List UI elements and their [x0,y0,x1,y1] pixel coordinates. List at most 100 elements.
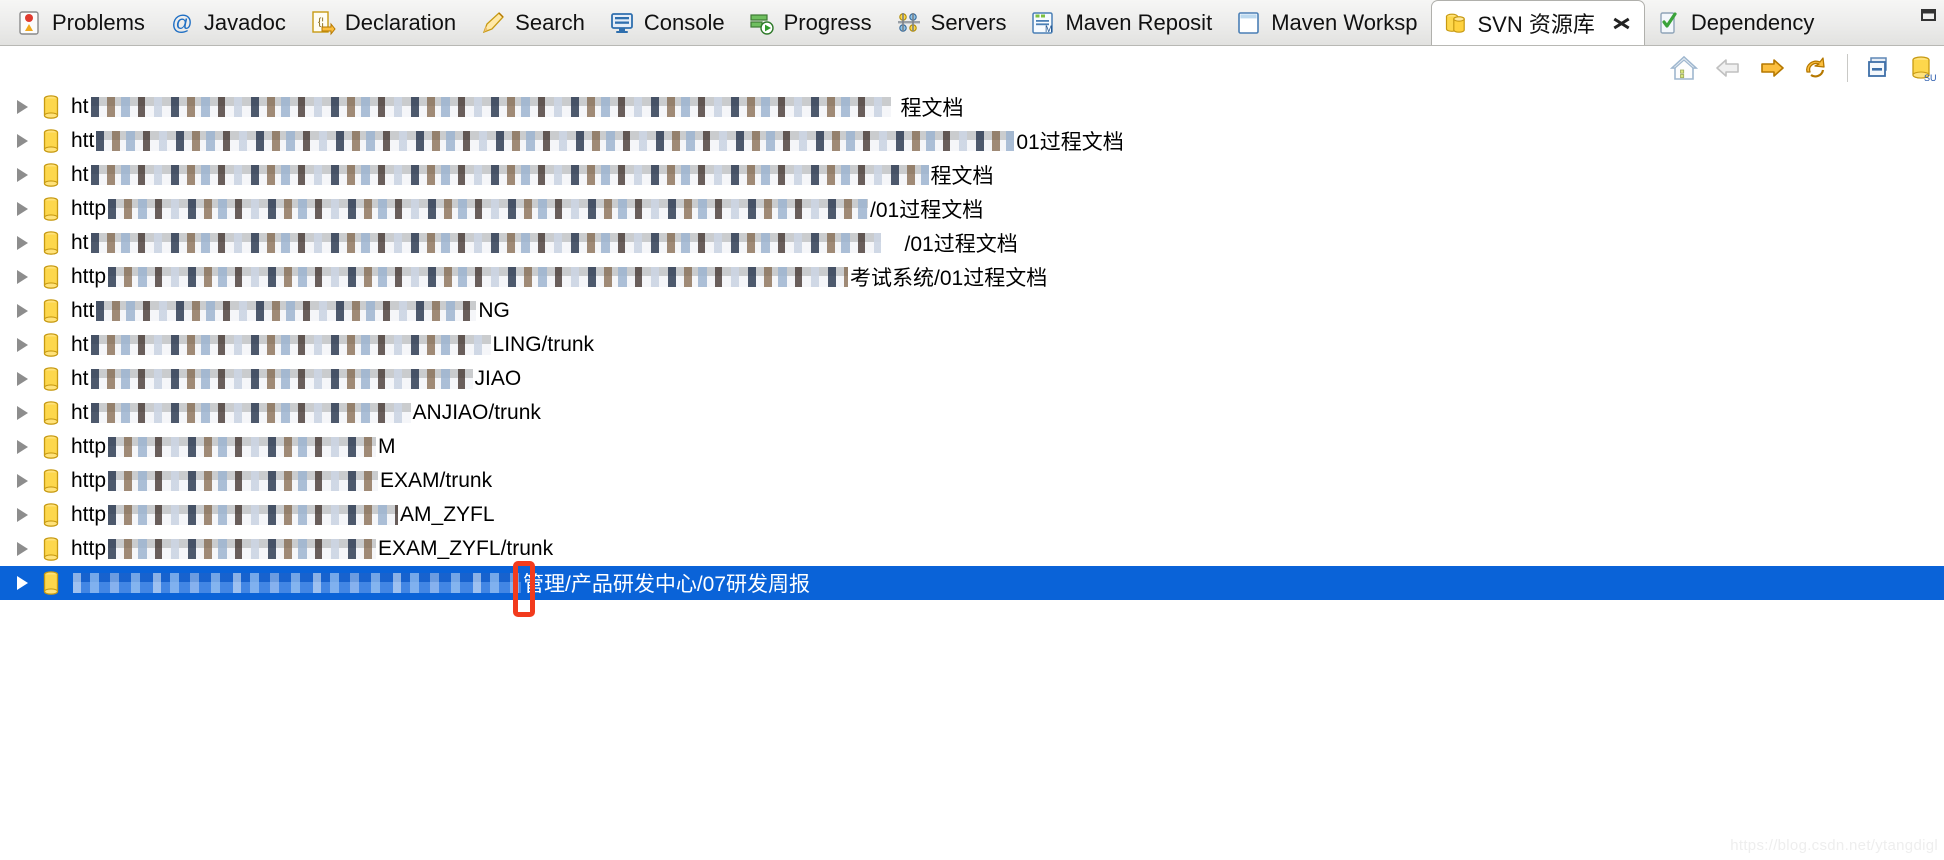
view-tab-bar: Problems @ Javadoc {¦ Declaration Search Conso… [0,0,1944,46]
redacted-url-mosaic [108,267,849,287]
tree-row-text: ht/01过程文档 [71,226,1018,260]
url-prefix: http [71,503,107,526]
repository-icon [40,434,62,460]
search-pencil-icon [480,10,506,36]
tree-row-text: ht LING/trunk [71,328,594,362]
tab-maven-reposit[interactable]: M Maven Reposit [1019,1,1225,45]
tab-console[interactable]: Console [598,1,738,45]
expand-arrow-icon[interactable] [12,368,34,390]
collapse-all-icon[interactable] [1860,49,1898,87]
url-suffix: 管理/产品研发中心/07研发周报 [523,573,811,596]
forward-arrow-icon[interactable] [1753,49,1791,87]
refresh-icon[interactable] [1797,49,1835,87]
url-suffix: 01过程文档 [1016,131,1124,154]
expand-arrow-icon[interactable] [12,232,34,254]
tree-row[interactable]: http M [0,430,1944,464]
tab-dependency[interactable]: Dependency [1645,1,1828,45]
tree-row[interactable]: htt NG [0,294,1944,328]
url-suffix: JIAO [474,367,522,390]
tree-row[interactable]: ht LING/trunk [0,328,1944,362]
expand-arrow-icon[interactable] [12,470,34,492]
tab-progress[interactable]: Progress [738,1,885,45]
repository-icon [40,502,62,528]
tree-row[interactable]: ht/01过程文档 [0,226,1944,260]
tree-row[interactable]: http EXAM_ZYFL/trunk [0,532,1944,566]
new-repository-location-icon[interactable]: SU [1904,49,1942,87]
repository-tree[interactable]: ht 程文档 htt 01过程文档 ht 程文档 http/01过程文档 ht/01过… [0,90,1944,860]
tab-declaration[interactable]: {¦ Declaration [299,1,469,45]
tab-label: Declaration [344,10,457,35]
tree-row[interactable]: ht ANJIAO/trunk [0,396,1944,430]
tab-javadoc[interactable]: @ Javadoc [158,1,299,45]
tab-svn-资源库[interactable]: SVN 资源库 [1430,0,1645,45]
tab-label: Progress [783,10,872,35]
tab-problems[interactable]: Problems [6,1,158,45]
tree-row[interactable]: ht JIAO [0,362,1944,396]
repository-icon [40,468,62,494]
back-arrow-icon[interactable] [1709,49,1747,87]
tab-label: Dependency [1690,10,1815,35]
expand-arrow-icon[interactable] [12,266,34,288]
declaration-icon: {¦ [310,10,336,36]
redacted-url-mosaic [90,233,881,253]
expand-arrow-icon[interactable] [12,504,34,526]
repository-icon [40,94,62,120]
tree-row[interactable]: htt 01过程文档 [0,124,1944,158]
url-prefix: ht [71,95,89,118]
url-prefix: ht [71,231,89,254]
expand-arrow-icon[interactable] [12,300,34,322]
tree-row[interactable]: ht 程文档 [0,90,1944,124]
url-prefix: htt [71,299,95,322]
url-suffix: LING/trunk [492,333,595,356]
tree-row[interactable]: http 考试系统/01过程文档 [0,260,1944,294]
close-icon[interactable] [1612,14,1631,33]
repository-icon [40,230,62,256]
tree-row-text: htt 01过程文档 [71,124,1124,158]
tree-row[interactable]: http AM_ZYFL [0,498,1944,532]
expand-arrow-icon[interactable] [12,198,34,220]
expand-arrow-icon[interactable] [12,130,34,152]
url-prefix: http [71,469,107,492]
tree-row-text: http AM_ZYFL [71,498,495,532]
tree-row[interactable]: http/01过程文档 [0,192,1944,226]
svn-repository-icon [1443,10,1469,36]
tree-row[interactable]: http EXAM/trunk [0,464,1944,498]
url-prefix: ht [71,367,89,390]
home-icon[interactable] [1665,49,1703,87]
repository-icon [40,162,62,188]
expand-arrow-icon[interactable] [12,96,34,118]
tab-label: Maven Worksp [1271,10,1418,35]
tab-search[interactable]: Search [469,1,598,45]
expand-arrow-icon[interactable] [12,164,34,186]
tab-maven-worksp[interactable]: Maven Worksp [1225,1,1430,45]
tree-row-text: http/01过程文档 [71,192,983,226]
url-prefix: ht [71,401,89,424]
url-suffix: EXAM_ZYFL/trunk [378,537,554,560]
tab-servers[interactable]: Servers [885,1,1020,45]
repository-icon [40,332,62,358]
tree-row[interactable]: ht 程文档 [0,158,1944,192]
repository-icon [40,570,62,596]
redacted-url-mosaic [90,335,491,355]
tab-label: Problems [52,10,145,35]
expand-arrow-icon[interactable] [12,334,34,356]
redacted-url-mosaic [108,199,869,219]
expand-arrow-icon[interactable] [12,402,34,424]
expand-arrow-icon[interactable] [12,538,34,560]
tree-row-selected[interactable]: 管理/产品研发中心/07研发周报 [0,566,1944,600]
minimize-view-icon[interactable] [1918,6,1940,26]
expand-arrow-icon[interactable] [12,572,34,594]
redacted-url-mosaic [96,301,477,321]
repository-icon [40,536,62,562]
redacted-url-mosaic [108,437,377,457]
tree-row-text: ht JIAO [71,362,521,396]
tab-label: SVN 资源库 [1477,12,1595,37]
url-suffix: 程文档 [930,165,994,188]
redacted-url-mosaic [90,97,891,117]
url-suffix: M [378,435,396,458]
url-prefix: ht [71,163,89,186]
url-suffix: /01过程文档 [870,199,984,222]
url-prefix: ht [71,333,89,356]
tree-row-text: http 考试系统/01过程文档 [71,260,1047,294]
expand-arrow-icon[interactable] [12,436,34,458]
